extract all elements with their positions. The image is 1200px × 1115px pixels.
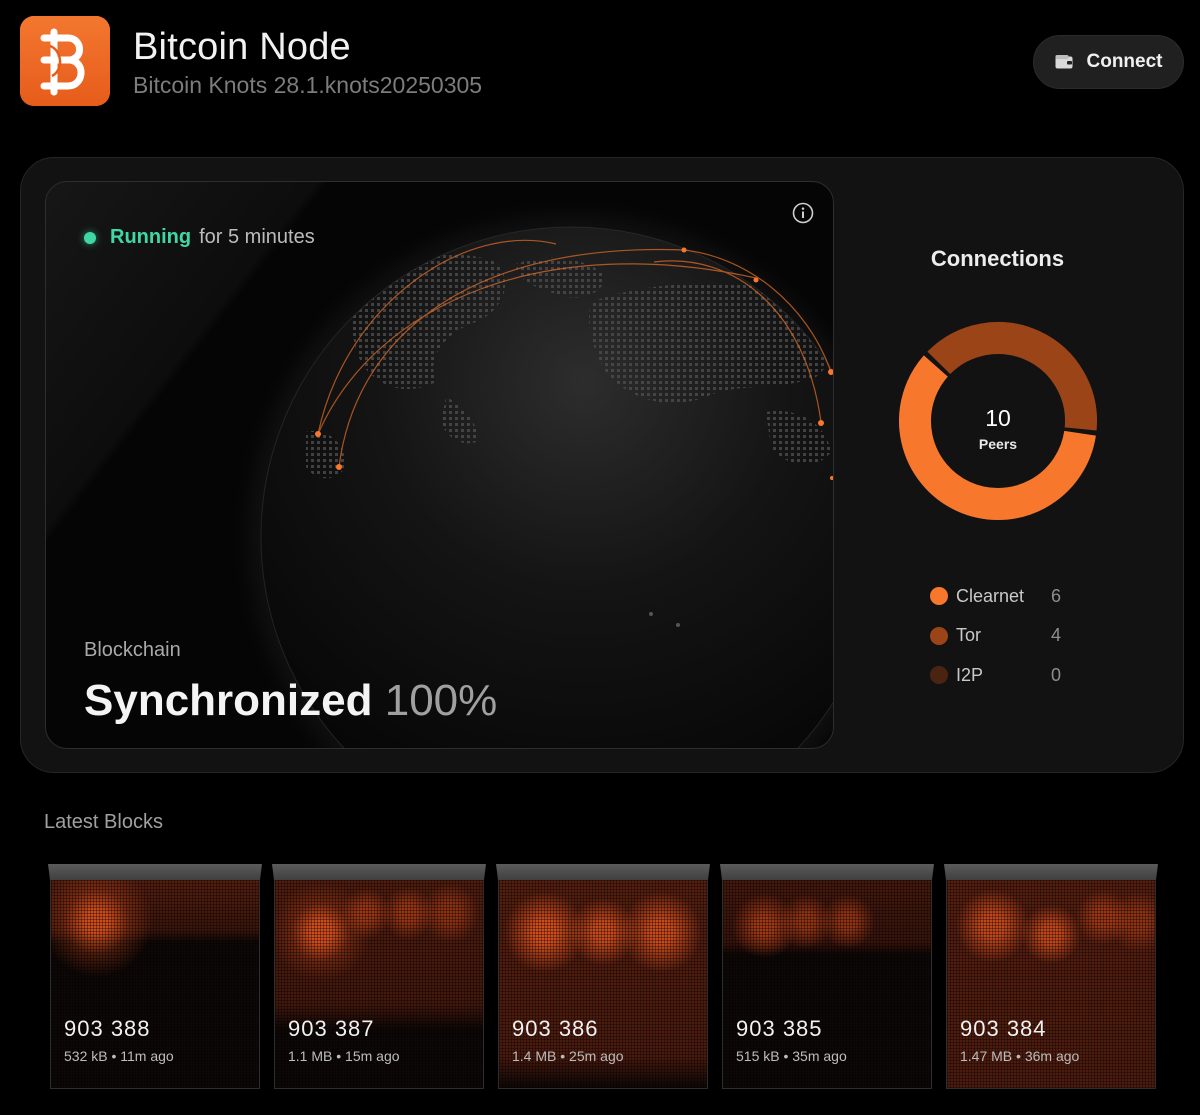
legend-item-tor: Tor 4 [930, 625, 1062, 646]
bitcoin-knots-logo-icon [20, 16, 110, 106]
block-height: 903 388 [64, 1016, 151, 1041]
blockchain-label: Blockchain [84, 639, 181, 661]
block-height: 903 387 [288, 1016, 375, 1041]
app-title: Bitcoin Node [133, 26, 351, 68]
block-meta: 1.4 MB • 25m ago [512, 1048, 624, 1064]
block-height: 903 384 [960, 1016, 1047, 1041]
globe-illustration [226, 192, 833, 748]
legend-label: Clearnet [956, 585, 1025, 606]
block-meta: 1.47 MB • 36m ago [960, 1048, 1080, 1064]
peer-count: 10 [985, 405, 1011, 431]
status-dot [84, 231, 96, 244]
block-card[interactable]: 903 388 532 kB • 11m ago [48, 864, 262, 1089]
block-meta: 532 kB • 11m ago [64, 1048, 174, 1064]
peer-total: 10 Peers [948, 405, 1048, 452]
status-duration: for 5 minutes [199, 226, 315, 248]
node-status: Running for 5 minutes [84, 226, 315, 249]
legend-count: 0 [1051, 664, 1062, 685]
legend-label: I2P [956, 664, 984, 685]
legend-swatch [930, 587, 948, 605]
legend-item-clearnet: Clearnet 6 [930, 586, 1061, 606]
node-status-card: Running for 5 minutes Blockchain Synchro… [45, 181, 834, 749]
block-meta: 1.1 MB • 15m ago [288, 1048, 400, 1064]
connections-legend: Clearnet 6 Tor 4 I2P 0 [930, 586, 1061, 705]
wallet-icon [1055, 55, 1072, 69]
status-state: Running [110, 226, 192, 248]
info-icon[interactable] [792, 202, 814, 224]
connect-label: Connect [1086, 51, 1163, 72]
legend-count: 6 [1051, 585, 1062, 606]
block-card[interactable]: 903 385 515 kB • 35m ago [720, 864, 934, 1089]
legend-swatch [930, 666, 948, 684]
sync-status: Synchronized 100% [84, 676, 497, 726]
block-height: 903 386 [512, 1016, 599, 1041]
legend-item-i2p: I2P 0 [930, 665, 1061, 685]
block-height: 903 385 [736, 1016, 823, 1041]
legend-count: 4 [1051, 625, 1062, 645]
latest-blocks-list: 903 388 532 kB • 11m ago 903 387 1.1 MB … [48, 864, 1160, 1089]
sync-status-label: Synchronized [84, 676, 373, 725]
latest-blocks-title: Latest Blocks [44, 811, 163, 833]
sync-percent: 100% [384, 676, 498, 725]
peer-unit: Peers [978, 436, 1018, 452]
connections-title: Connections [930, 246, 1065, 271]
block-card[interactable]: 903 387 1.1 MB • 15m ago [272, 864, 486, 1089]
legend-label: Tor [956, 625, 982, 645]
app-logo [20, 16, 110, 106]
app-version: Bitcoin Knots 28.1.knots20250305 [133, 72, 483, 98]
block-card[interactable]: 903 386 1.4 MB • 25m ago [496, 864, 710, 1089]
block-meta: 515 kB • 35m ago [736, 1048, 847, 1064]
legend-swatch [930, 626, 948, 645]
connect-button[interactable]: Connect [1033, 35, 1184, 89]
block-card[interactable]: 903 384 1.47 MB • 36m ago [944, 864, 1158, 1089]
